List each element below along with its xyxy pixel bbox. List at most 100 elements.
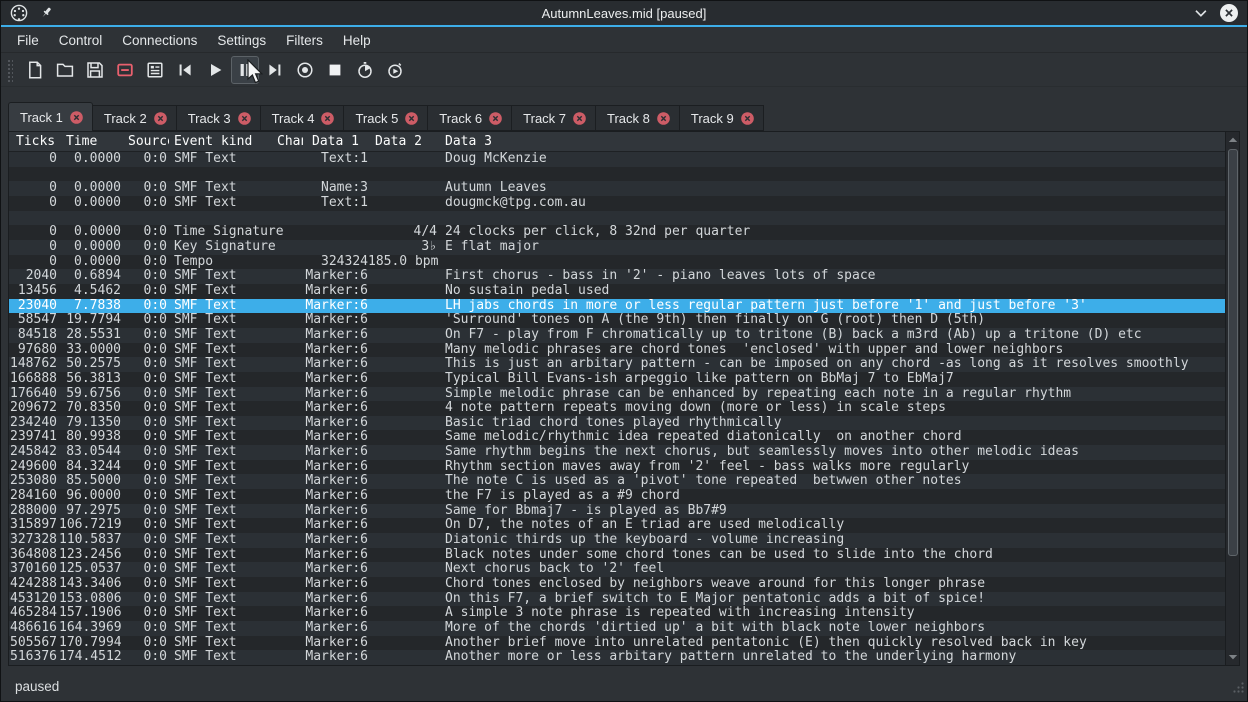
table-row[interactable]: 16688856.38130:0SMF TextMarker:6Typical … — [9, 372, 1225, 387]
cell-ticks: 327328 — [9, 533, 59, 548]
column-header-data2[interactable]: Data 2 — [368, 132, 439, 151]
table-row[interactable]: 505567170.79940:0SMF TextMarker:6Another… — [9, 636, 1225, 651]
table-row[interactable]: 23974180.99380:0SMF TextMarker:6Same mel… — [9, 430, 1225, 445]
menu-item-settings[interactable]: Settings — [207, 29, 276, 52]
tab-close-icon[interactable] — [154, 112, 167, 125]
cell-event: SMF Text — [169, 387, 269, 402]
cell-source: 0:0 — [121, 592, 169, 607]
column-header-event[interactable]: Event kind — [169, 132, 269, 151]
scrollbar-thumb[interactable] — [1228, 149, 1238, 556]
cell-event: Key Signature — [169, 240, 269, 255]
table-row[interactable]: 315897106.72190:0SMF TextMarker:6On D7, … — [9, 518, 1225, 533]
table-row[interactable]: 28416096.00000:0SMF TextMarker:6the F7 i… — [9, 489, 1225, 504]
column-header-chan[interactable]: Chan — [269, 132, 303, 151]
cell-source: 0:0 — [121, 518, 169, 533]
cell-data3 — [439, 211, 1225, 226]
pause-button[interactable] — [231, 56, 259, 84]
tab-close-icon[interactable] — [405, 112, 418, 125]
table-row[interactable]: 465284157.19060:0SMF TextMarker:6A simpl… — [9, 606, 1225, 621]
tab-close-icon[interactable] — [489, 112, 502, 125]
table-row[interactable]: 24584283.05440:0SMF TextMarker:6Same rhy… — [9, 445, 1225, 460]
table-row[interactable]: 00.00000:0SMF TextText:1dougmck@tpg.com.… — [9, 196, 1225, 211]
tab-track-6[interactable]: Track 6 — [428, 105, 512, 131]
scroll-up-button[interactable] — [1226, 133, 1239, 147]
chevron-down-icon[interactable] — [1191, 4, 1209, 22]
timer-button[interactable] — [351, 56, 379, 84]
column-header-data3[interactable]: Data 3 — [439, 132, 1225, 151]
table-row[interactable]: 14876250.25750:0SMF TextMarker:6This is … — [9, 357, 1225, 372]
tab-close-icon[interactable] — [321, 112, 334, 125]
table-row[interactable]: 20967270.83500:0SMF TextMarker:64 note p… — [9, 401, 1225, 416]
new-file-button[interactable] — [21, 56, 49, 84]
table-row[interactable]: 134564.54620:0SMF TextMarker:6No sustain… — [9, 284, 1225, 299]
table-row[interactable]: 9768033.00000:0SMF TextMarker:6Many melo… — [9, 343, 1225, 358]
open-file-button[interactable] — [51, 56, 79, 84]
cell-data2 — [368, 181, 439, 196]
cell-data3: On this F7, a brief switch to E Major pe… — [439, 592, 1225, 607]
table-row[interactable]: 00.00000:0Time Signature4/424 clocks per… — [9, 225, 1225, 240]
table-row[interactable]: 00.00000:0Tempo324324185.0 bpm — [9, 255, 1225, 270]
column-header-time[interactable]: Time — [59, 132, 121, 151]
menu-item-help[interactable]: Help — [333, 29, 381, 52]
save-file-button[interactable] — [81, 56, 109, 84]
table-row[interactable]: 364808123.24560:0SMF TextMarker:6Black n… — [9, 548, 1225, 563]
timer-play-button[interactable] — [381, 56, 409, 84]
table-row[interactable]: 516376174.45120:0SMF TextMarker:6Another… — [9, 650, 1225, 665]
close-icon[interactable] — [1219, 3, 1239, 23]
menu-item-file[interactable]: File — [7, 29, 49, 52]
column-header-ticks[interactable]: Ticks — [9, 132, 59, 151]
toolbar-handle[interactable] — [6, 58, 13, 82]
table-row[interactable]: 230407.78380:0SMF TextMarker:6LH jabs ch… — [9, 299, 1225, 314]
menu-item-control[interactable]: Control — [49, 29, 113, 52]
table-row[interactable]: 00.00000:0SMF TextName:3Autumn Leaves — [9, 181, 1225, 196]
tab-track-2[interactable]: Track 2 — [93, 105, 177, 131]
table-row[interactable]: 453120153.08060:0SMF TextMarker:6On this… — [9, 592, 1225, 607]
vertical-scrollbar[interactable] — [1225, 132, 1239, 665]
stop-button[interactable] — [321, 56, 349, 84]
table-row[interactable]: 327328110.58370:0SMF TextMarker:6Diatoni… — [9, 533, 1225, 548]
table-row[interactable]: 00.00000:0SMF TextText:1Doug McKenzie — [9, 152, 1225, 167]
tab-close-icon[interactable] — [657, 112, 670, 125]
column-header-source[interactable]: Source — [121, 132, 169, 151]
event-list-button[interactable] — [141, 56, 169, 84]
resize-grip-icon[interactable] — [1233, 680, 1244, 698]
tab-track-3[interactable]: Track 3 — [177, 105, 261, 131]
tab-track-1[interactable]: Track 1 — [8, 102, 93, 132]
table-row[interactable]: 8451828.55310:0SMF TextMarker:6On F7 - p… — [9, 328, 1225, 343]
table-row[interactable]: 17664059.67560:0SMF TextMarker:6Simple m… — [9, 387, 1225, 402]
menubar: FileControlConnectionsSettingsFiltersHel… — [1, 29, 1247, 53]
clear-list-button[interactable] — [111, 56, 139, 84]
menu-item-filters[interactable]: Filters — [276, 29, 333, 52]
tab-track-9[interactable]: Track 9 — [680, 105, 764, 131]
table-row[interactable]: 20400.68940:0SMF TextMarker:6First choru… — [9, 269, 1225, 284]
cell-data3: On D7, the notes of an E triad are used … — [439, 518, 1225, 533]
tab-track-5[interactable]: Track 5 — [344, 105, 428, 131]
table-row[interactable]: 23424079.13500:0SMF TextMarker:6Basic tr… — [9, 416, 1225, 431]
tab-track-8[interactable]: Track 8 — [596, 105, 680, 131]
column-header-data1[interactable]: Data 1 — [303, 132, 368, 151]
table-row[interactable]: 28800097.29750:0SMF TextMarker:6Same for… — [9, 504, 1225, 519]
table-row[interactable] — [9, 211, 1225, 226]
cell-event: SMF Text — [169, 328, 269, 343]
skip-forward-button[interactable] — [261, 56, 289, 84]
table-row[interactable]: 486616164.39690:0SMF TextMarker:6More of… — [9, 621, 1225, 636]
cell-data2 — [368, 504, 439, 519]
menu-item-connections[interactable]: Connections — [112, 29, 207, 52]
table-row[interactable]: 370160125.05370:0SMF TextMarker:6Next ch… — [9, 562, 1225, 577]
table-row[interactable]: 24960084.32440:0SMF TextMarker:6Rhythm s… — [9, 460, 1225, 475]
table-row[interactable]: 5854719.77940:0SMF TextMarker:6'Surround… — [9, 313, 1225, 328]
tab-track-4[interactable]: Track 4 — [261, 105, 345, 131]
tab-close-icon[interactable] — [573, 112, 586, 125]
table-row[interactable] — [9, 167, 1225, 182]
scroll-down-button[interactable] — [1226, 650, 1239, 664]
table-row[interactable]: 00.00000:0Key Signature3♭E flat major — [9, 240, 1225, 255]
record-button[interactable] — [291, 56, 319, 84]
skip-backward-button[interactable] — [171, 56, 199, 84]
tab-close-icon[interactable] — [741, 112, 754, 125]
tab-close-icon[interactable] — [238, 112, 251, 125]
play-button[interactable] — [201, 56, 229, 84]
table-row[interactable]: 25308085.50000:0SMF TextMarker:6The note… — [9, 474, 1225, 489]
tab-track-7[interactable]: Track 7 — [512, 105, 596, 131]
tab-close-icon[interactable] — [70, 111, 83, 124]
table-row[interactable]: 424288143.34060:0SMF TextMarker:6Chord t… — [9, 577, 1225, 592]
